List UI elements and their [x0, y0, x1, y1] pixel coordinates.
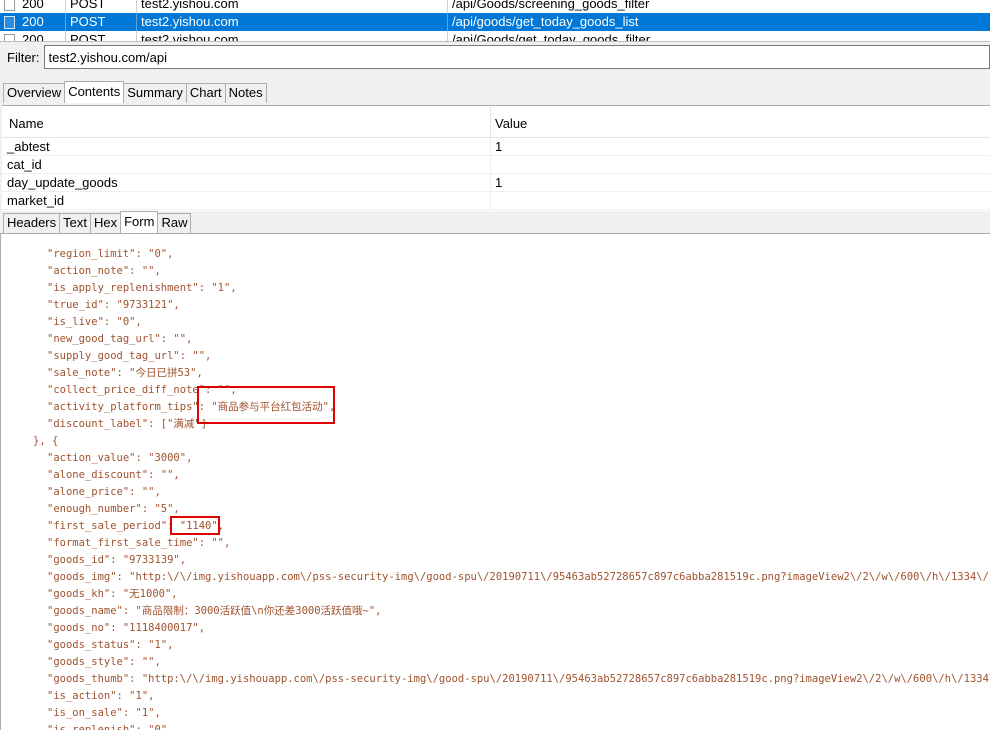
code-line: "alone_price": "",	[47, 486, 161, 498]
request-method: POST	[65, 31, 136, 41]
code-line: "goods_no": "1118400017",	[47, 622, 206, 634]
tab-raw[interactable]: Raw	[157, 213, 192, 233]
response-tabs: Headers Text Hex Form Raw	[3, 211, 192, 233]
request-type-icon	[0, 13, 18, 31]
tab-overview[interactable]: Overview	[3, 83, 66, 103]
column-header-value[interactable]: Value	[490, 106, 990, 137]
code-line: "goods_name": "商品限制：3000活跃值\n你还差3000活跃值哦…	[47, 605, 382, 617]
table-row[interactable]: _abtest 1	[2, 138, 990, 156]
request-url: /api/Goods/get_today_goods_filter	[447, 31, 990, 41]
param-value	[490, 192, 990, 209]
code-line: "sale_note": "今日已拼53",	[47, 367, 203, 379]
code-line: "goods_style": "",	[47, 656, 161, 668]
request-method: POST	[65, 13, 136, 31]
request-status: 200	[22, 32, 44, 42]
code-line: "true_id": "9733121",	[47, 299, 180, 311]
inspector-tabs: Overview Contents Summary Chart Notes	[3, 81, 267, 103]
tab-chart[interactable]: Chart	[185, 83, 226, 103]
param-name: _abtest	[7, 139, 50, 154]
code-line: "discount_label": ["满减"]	[47, 418, 208, 430]
filter-label: Filter:	[7, 49, 40, 65]
tab-contents[interactable]: Contents	[64, 81, 125, 103]
code-line: "alone_discount": "",	[47, 469, 180, 481]
table-row[interactable]: cat_id	[2, 156, 990, 174]
code-line: "goods_id": "9733139",	[47, 554, 187, 566]
form-params-grid: Name Value _abtest 1 cat_id day_update_g…	[2, 105, 990, 211]
code-line: "format_first_sale_time": "",	[47, 537, 231, 549]
code-line: "goods_thumb": "http:\/\/img.yishouapp.c…	[47, 673, 990, 685]
code-line: "is_apply_replenishment": "1",	[47, 282, 237, 294]
request-host: test2.yishou.com	[136, 31, 447, 41]
tab-text[interactable]: Text	[59, 213, 91, 233]
request-row[interactable]: 200 POST test2.yishou.com /api/Goods/get…	[0, 31, 990, 42]
param-name: day_update_goods	[7, 175, 118, 190]
param-value: 1	[490, 138, 990, 155]
code-line: "supply_good_tag_url": "",	[47, 350, 212, 362]
code-line: }, {	[33, 435, 59, 447]
code-line: "new_good_tag_url": "",	[47, 333, 193, 345]
code-line: "enough_number": "5",	[47, 503, 180, 515]
request-host: test2.yishou.com	[136, 13, 447, 31]
annotation-box	[197, 386, 335, 424]
column-header-name[interactable]: Name	[2, 106, 490, 137]
param-value	[490, 156, 990, 173]
code-line: "is_live": "0",	[47, 316, 142, 328]
tab-summary[interactable]: Summary	[123, 83, 187, 103]
table-row[interactable]: market_id	[2, 192, 990, 210]
grid-header: Name Value	[2, 106, 990, 138]
code-line: "is_action": "1",	[47, 690, 155, 702]
request-status: 200	[22, 14, 44, 29]
filter-bar: Filter:	[0, 43, 990, 71]
request-status: 200	[22, 0, 44, 11]
param-name: market_id	[7, 193, 65, 208]
request-url: /api/Goods/screening_goods_filter	[447, 0, 990, 13]
request-row-selected[interactable]: 200 POST test2.yishou.com /api/goods/get…	[0, 13, 990, 31]
request-method: POST	[65, 0, 136, 13]
tab-notes[interactable]: Notes	[224, 83, 267, 103]
code-line: "action_note": "",	[47, 265, 161, 277]
code-line: "is_on_sale": "1",	[47, 707, 161, 719]
annotation-box	[170, 516, 220, 535]
code-line: "goods_img": "http:\/\/img.yishouapp.com…	[47, 571, 990, 583]
response-body-text[interactable]: "region_limit": "0", "action_note": "", "i…	[0, 233, 990, 730]
tab-hex[interactable]: Hex	[89, 213, 122, 233]
tab-form[interactable]: Form	[120, 211, 159, 233]
tab-headers[interactable]: Headers	[3, 213, 61, 233]
request-list[interactable]: 200 POST test2.yishou.com /api/Goods/scr…	[0, 0, 990, 42]
code-line: "goods_status": "1",	[47, 639, 174, 651]
code-line: "region_limit": "0",	[47, 248, 174, 260]
request-type-icon	[0, 31, 18, 41]
code-line: "goods_kh": "无1000",	[47, 588, 178, 600]
param-name: cat_id	[7, 157, 42, 172]
request-type-icon	[0, 0, 18, 13]
request-row[interactable]: 200 POST test2.yishou.com /api/Goods/scr…	[0, 0, 990, 13]
filter-input[interactable]	[43, 45, 990, 69]
code-line: "action_value": "3000",	[47, 452, 193, 464]
code-line: "is_replenish": "0",	[47, 724, 174, 730]
request-host: test2.yishou.com	[136, 0, 447, 13]
param-value: 1	[490, 174, 990, 191]
request-url: /api/goods/get_today_goods_list	[447, 13, 990, 31]
table-row[interactable]: day_update_goods 1	[2, 174, 990, 192]
